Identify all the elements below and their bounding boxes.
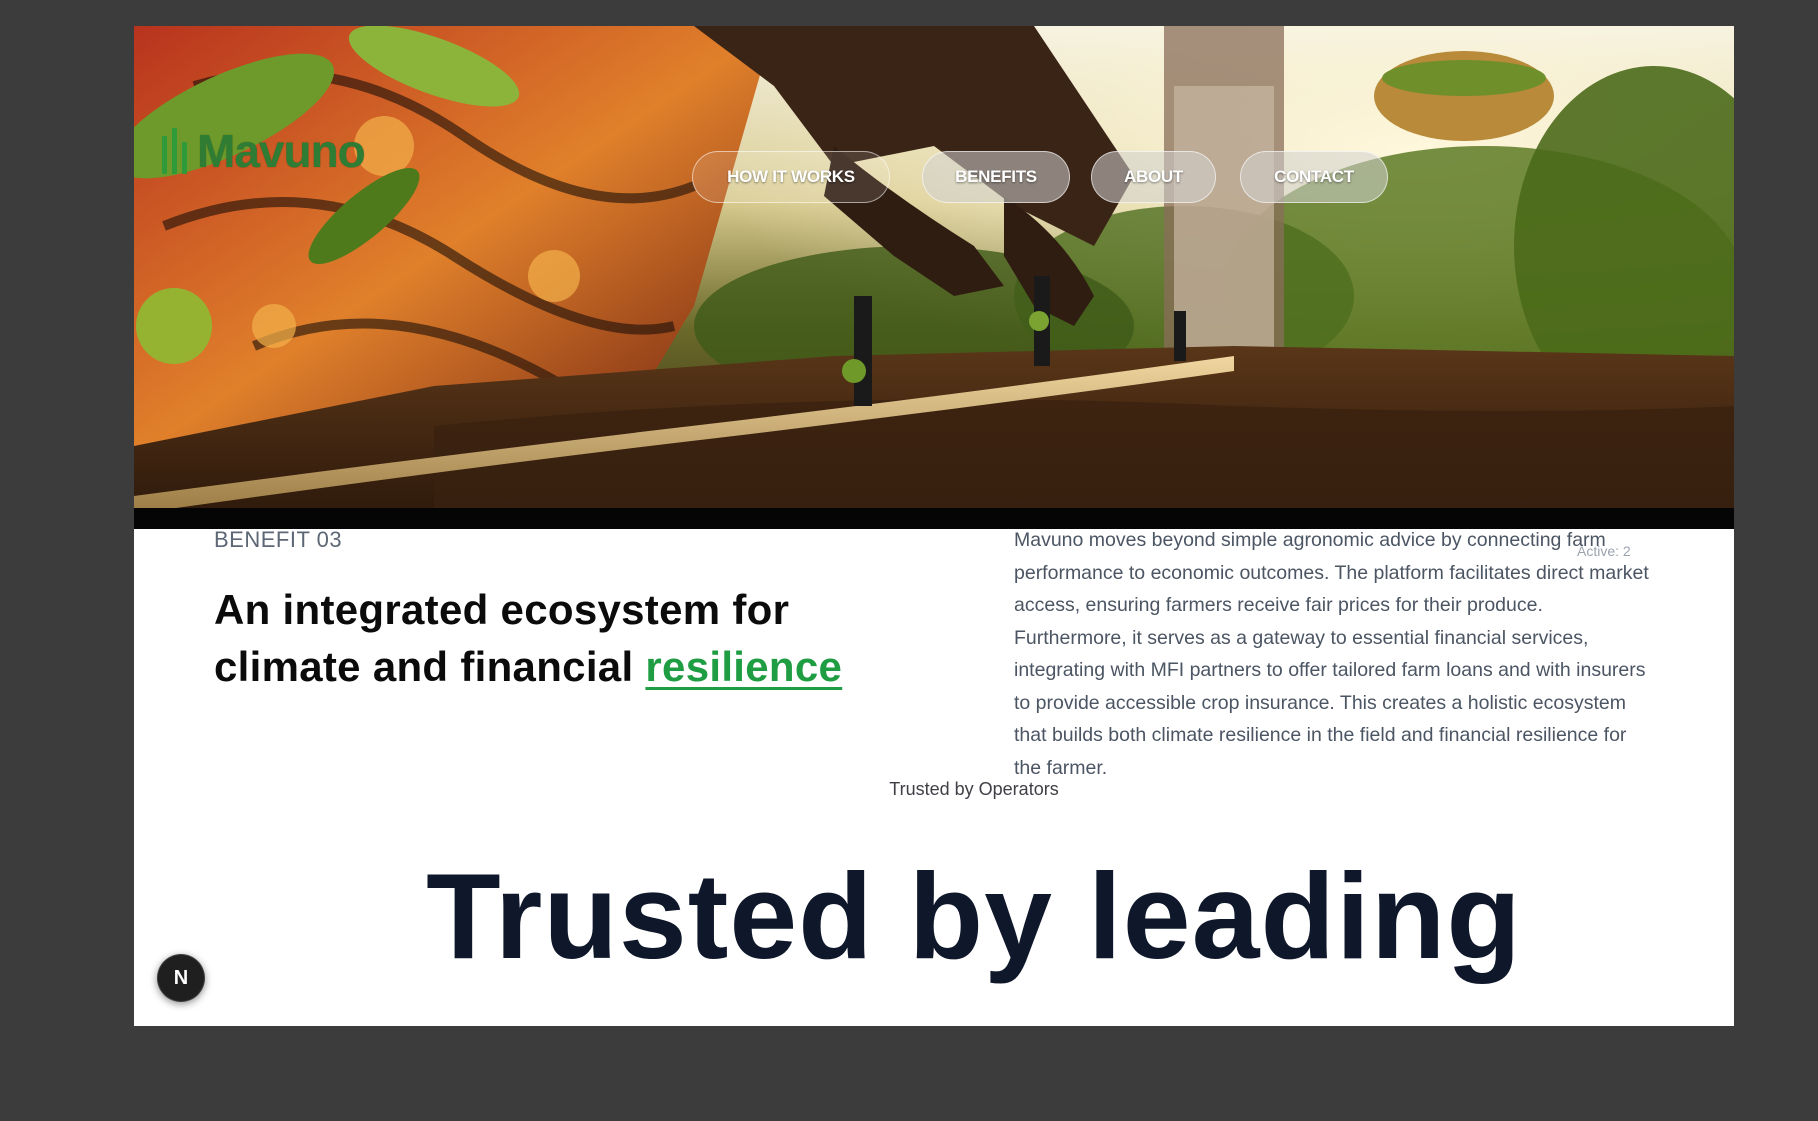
main-nav: HOW IT WORKS BENEFITS ABOUT CONTACT bbox=[134, 151, 1734, 205]
trusted-caption: Trusted by Operators bbox=[889, 779, 1059, 799]
nav-contact[interactable]: CONTACT bbox=[1240, 151, 1388, 203]
benefit-description: Mavuno moves beyond simple agronomic adv… bbox=[1014, 529, 1649, 779]
dev-badge-label: N bbox=[173, 966, 189, 989]
benefit-headline: An integrated ecosystem for climate and … bbox=[214, 581, 934, 695]
hero-image bbox=[134, 26, 1734, 529]
nav-benefits[interactable]: BENEFITS bbox=[922, 151, 1070, 203]
trusted-heading: Trusted by leading bbox=[426, 848, 1522, 984]
nav-how-it-works[interactable]: HOW IT WORKS bbox=[692, 151, 890, 203]
active-indicator: Active: 2 bbox=[1577, 543, 1631, 559]
hero-section: Mavuno HOW IT WORKS BENEFITS ABOUT CONTA… bbox=[134, 26, 1734, 529]
dev-tools-badge[interactable]: N bbox=[157, 954, 205, 1002]
nav-about[interactable]: ABOUT bbox=[1091, 151, 1216, 203]
benefit-headline-accent: resilience bbox=[645, 643, 843, 690]
page-viewport: Mavuno HOW IT WORKS BENEFITS ABOUT CONTA… bbox=[134, 26, 1734, 1026]
benefit-eyebrow: BENEFIT 03 bbox=[214, 527, 343, 552]
